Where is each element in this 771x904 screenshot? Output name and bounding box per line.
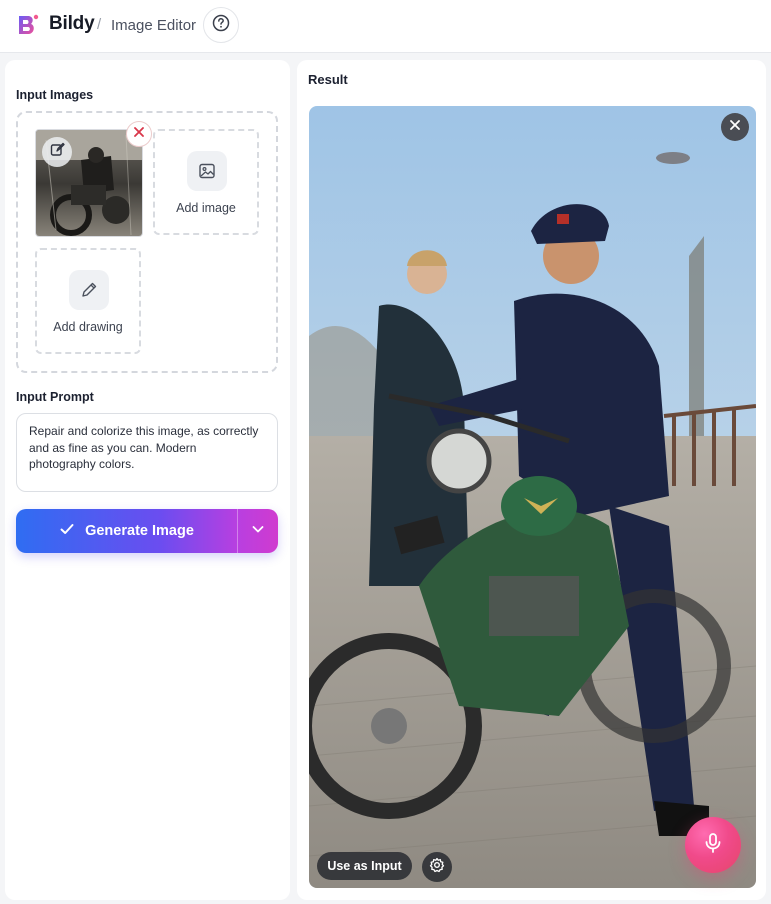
- help-button[interactable]: [203, 7, 239, 43]
- top-bar: Bildy / Image Editor: [0, 0, 771, 53]
- edit-image-button[interactable]: [42, 137, 72, 167]
- edit-icon: [50, 142, 65, 162]
- generate-image-button[interactable]: Generate Image: [16, 509, 237, 553]
- input-images-dropzone[interactable]: Add image Add drawing: [16, 111, 278, 373]
- add-image-tile[interactable]: Add image: [153, 129, 259, 235]
- voice-input-button[interactable]: [685, 817, 741, 873]
- chevron-down-icon: [250, 521, 266, 542]
- input-prompt-label: Input Prompt: [16, 390, 94, 404]
- breadcrumb-separator: /: [97, 16, 102, 33]
- generate-image-label: Generate Image: [85, 523, 194, 539]
- close-icon: [729, 118, 741, 136]
- add-image-label: Add image: [176, 201, 236, 215]
- add-drawing-label: Add drawing: [53, 320, 123, 334]
- close-icon: [133, 125, 145, 143]
- app-name[interactable]: Bildy: [49, 13, 95, 35]
- microphone-icon: [702, 832, 724, 859]
- result-panel: Result Use as Input: [297, 60, 766, 900]
- pencil-icon: [69, 270, 109, 310]
- remove-image-button[interactable]: [126, 121, 152, 147]
- settings-button[interactable]: [422, 852, 452, 882]
- bildy-logo[interactable]: [16, 13, 40, 39]
- breadcrumb-page-title: Image Editor: [111, 17, 197, 34]
- result-image[interactable]: [309, 106, 756, 888]
- add-drawing-tile[interactable]: Add drawing: [35, 248, 141, 354]
- close-result-button[interactable]: [721, 113, 749, 141]
- help-circle-icon: [212, 14, 230, 37]
- gear-icon: [429, 857, 445, 878]
- check-icon: [59, 521, 75, 541]
- result-label: Result: [308, 72, 348, 87]
- generate-image-button-group: Generate Image: [16, 509, 278, 553]
- input-images-label: Input Images: [16, 88, 94, 102]
- image-icon: [187, 151, 227, 191]
- use-as-input-button[interactable]: Use as Input: [317, 852, 412, 880]
- prompt-textarea[interactable]: Repair and colorize this image, as corre…: [16, 413, 278, 492]
- generate-options-dropdown[interactable]: [238, 509, 278, 553]
- input-panel: Input Images Add image Add drawing Input…: [5, 60, 290, 900]
